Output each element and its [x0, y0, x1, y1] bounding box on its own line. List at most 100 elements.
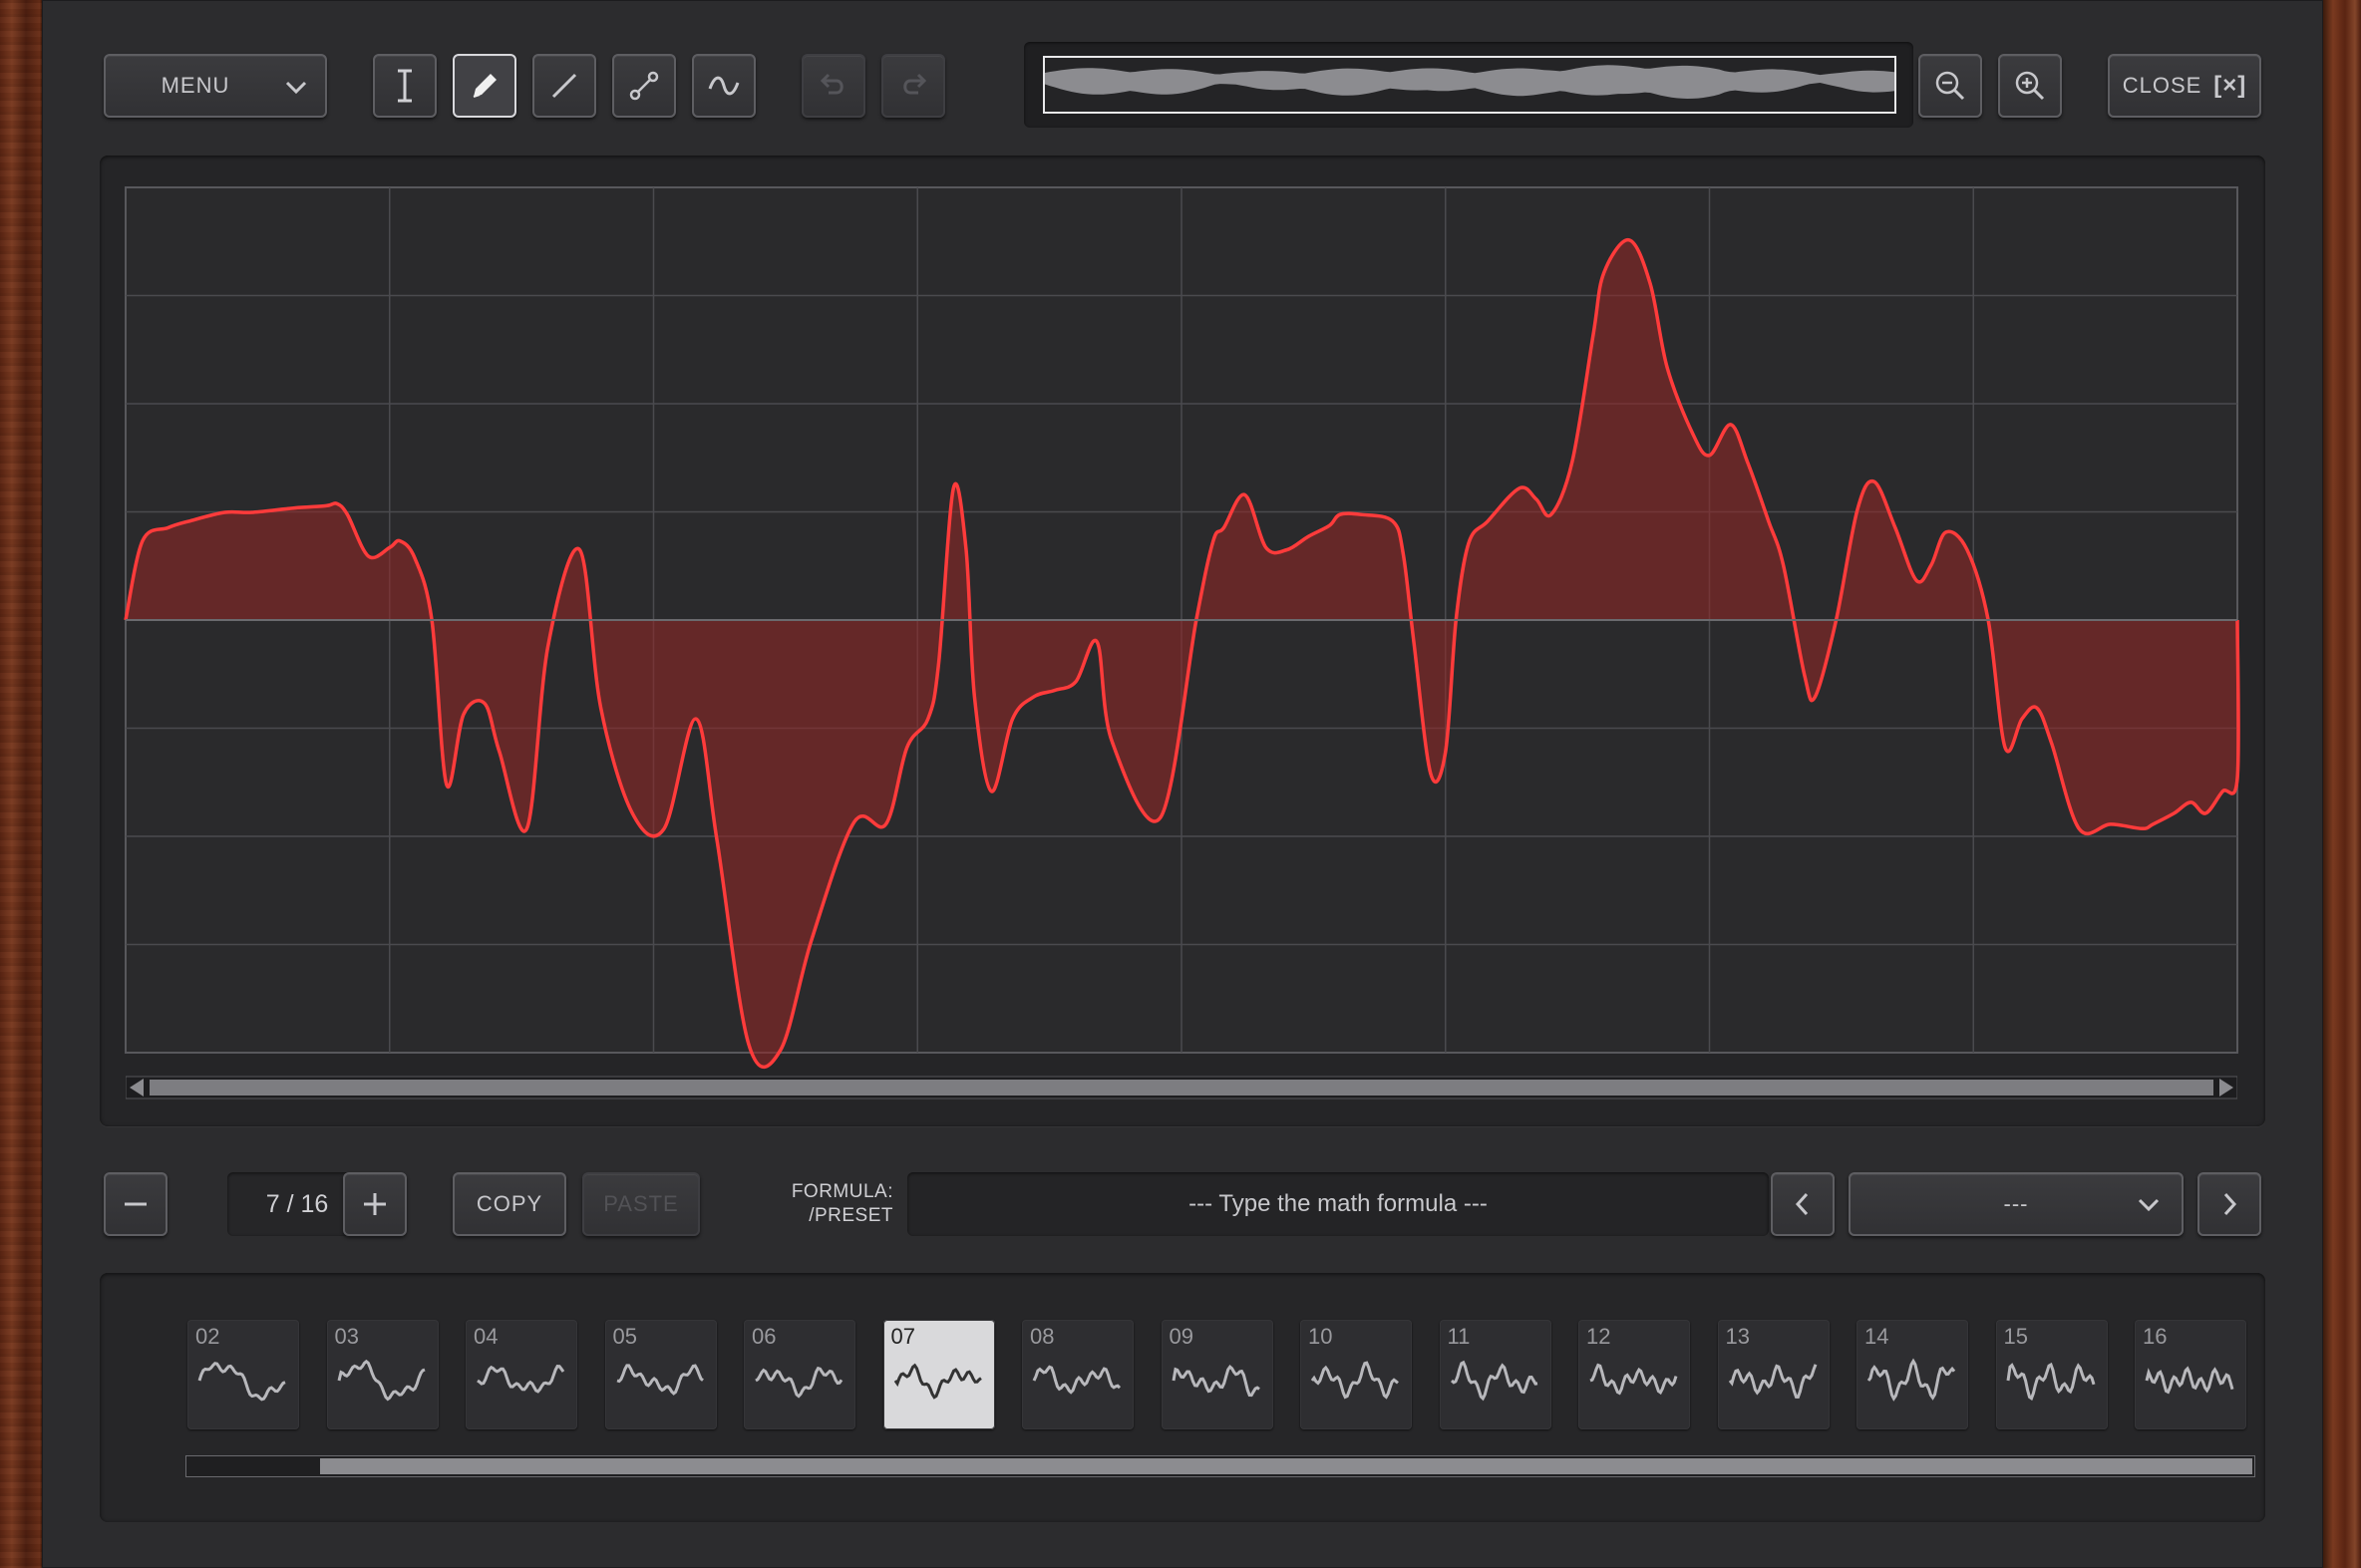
thumbnail-waveform — [1172, 1365, 1260, 1398]
chevron-left-icon — [1795, 1192, 1809, 1216]
scroll-thumb[interactable] — [150, 1080, 2213, 1096]
editor-horizontal-scrollbar[interactable] — [126, 1075, 2237, 1100]
thumbnail-number: 16 — [2143, 1324, 2168, 1349]
frame-thumbnail-strip: 02 03 04 05 06 07 08 09 10 11 12 13 14 15 16 — [100, 1273, 2265, 1522]
menu-button[interactable]: MENU — [104, 54, 327, 118]
frame-thumbnail-06[interactable]: 06 — [744, 1320, 855, 1429]
i-beam-icon — [398, 69, 412, 103]
copy-label: COPY — [476, 1191, 543, 1216]
thumbnail-number: 05 — [612, 1324, 637, 1349]
sine-icon — [708, 76, 740, 96]
zoom-out-icon — [1935, 71, 1965, 101]
next-preset-button[interactable] — [2197, 1172, 2261, 1236]
wavetable-editor-panel: MENU CLOSE [×] 7 / 16 COPY PASTE FORMULA… — [42, 0, 2323, 1568]
previous-frame-minus-button[interactable] — [104, 1172, 168, 1236]
smooth-tool-button[interactable] — [692, 54, 756, 118]
undo-icon — [820, 73, 843, 95]
close-button[interactable]: CLOSE [×] — [2108, 54, 2261, 118]
frame-thumbnail-10[interactable]: 10 — [1300, 1320, 1412, 1429]
formula-placeholder: --- Type the math formula --- — [1188, 1190, 1488, 1217]
thumbnail-waveform — [337, 1359, 426, 1402]
preset-dropdown[interactable]: --- — [1849, 1172, 2184, 1236]
thumbnail-number: 02 — [195, 1324, 220, 1349]
frame-thumbnail-16[interactable]: 16 — [2135, 1320, 2246, 1429]
bezier-icon — [629, 71, 659, 101]
chevron-down-icon — [285, 81, 307, 95]
thumbnail-scroll-thumb[interactable] — [320, 1458, 2252, 1474]
thumbnail-number: 14 — [1864, 1324, 1889, 1349]
next-frame-plus-button[interactable] — [343, 1172, 407, 1236]
close-icon: [×] — [2213, 72, 2247, 99]
thumbnail-waveform — [2006, 1362, 2095, 1402]
redo-icon — [903, 73, 927, 95]
frame-thumbnail-02[interactable]: 02 — [187, 1320, 299, 1429]
frame-thumbnail-13[interactable]: 13 — [1717, 1320, 1830, 1429]
thumbnail-number: 09 — [1169, 1324, 1193, 1349]
thumbnail-waveform — [616, 1364, 704, 1396]
frame-thumbnail-15[interactable]: 15 — [1995, 1320, 2108, 1429]
preset-selected-value: --- — [2003, 1191, 2029, 1216]
thumbnail-waveform — [1866, 1358, 1956, 1402]
pencil-icon — [473, 74, 497, 98]
zoom-out-button[interactable] — [1918, 54, 1982, 118]
pencil-tool-button[interactable] — [453, 54, 516, 118]
frame-thumbnail-04[interactable]: 04 — [466, 1320, 577, 1429]
thumbnail-waveform — [1589, 1363, 1678, 1396]
overview-waveform — [1045, 65, 1894, 99]
thumbnail-number: 06 — [752, 1324, 777, 1349]
thumbnail-number: 07 — [890, 1324, 915, 1349]
thumbnail-waveform — [477, 1365, 565, 1394]
paste-label: PASTE — [603, 1191, 679, 1216]
curve-tool-button[interactable] — [612, 54, 676, 118]
line-tool-button[interactable] — [532, 54, 596, 118]
thumbnail-waveform — [893, 1363, 982, 1400]
frame-thumbnail-12[interactable]: 12 — [1578, 1320, 1690, 1429]
redo-button[interactable] — [881, 54, 945, 118]
frame-thumbnail-14[interactable]: 14 — [1856, 1320, 1968, 1429]
waveform-canvas[interactable] — [100, 156, 2265, 1126]
menu-label: MENU — [161, 73, 230, 98]
close-label: CLOSE — [2122, 73, 2202, 98]
thumbnail-number: 12 — [1586, 1324, 1611, 1349]
thumbnail-waveform — [755, 1366, 843, 1399]
thumbnail-number: 10 — [1308, 1324, 1333, 1349]
text-cursor-tool-button[interactable] — [373, 54, 437, 118]
thumbnail-scrollbar[interactable] — [185, 1455, 2255, 1477]
waveform-editor[interactable] — [100, 156, 2265, 1126]
frame-thumbnail-05[interactable]: 05 — [604, 1320, 717, 1429]
undo-button[interactable] — [802, 54, 865, 118]
plus-icon — [364, 1193, 386, 1215]
thumbnail-waveform — [2145, 1366, 2234, 1395]
zoom-in-button[interactable] — [1998, 54, 2062, 118]
thumbnail-waveform — [1728, 1364, 1817, 1400]
zoom-in-icon — [2015, 71, 2045, 101]
formula-label-line1: FORMULA: — [791, 1181, 893, 1202]
thumbnail-number: 04 — [474, 1324, 499, 1349]
thumbnail-number: 15 — [2003, 1324, 2028, 1349]
chevron-down-icon — [2138, 1198, 2160, 1212]
thumbnail-waveform — [1450, 1360, 1537, 1402]
formula-preset-label: FORMULA: /PRESET — [780, 1180, 893, 1228]
copy-button[interactable]: COPY — [453, 1172, 566, 1236]
formula-input[interactable]: --- Type the math formula --- — [907, 1172, 1769, 1236]
thumbnail-number: 11 — [1447, 1324, 1471, 1349]
thumbnail-number: 03 — [334, 1324, 359, 1349]
frame-thumbnail-03[interactable]: 03 — [326, 1320, 439, 1429]
frame-thumbnail-11[interactable]: 11 — [1439, 1320, 1551, 1429]
paste-button[interactable]: PASTE — [582, 1172, 700, 1236]
thumbnail-waveform — [1310, 1361, 1399, 1400]
minus-icon — [125, 1202, 147, 1206]
frame-thumbnail-07[interactable]: 07 — [882, 1320, 995, 1429]
wood-side-right — [2323, 0, 2361, 1568]
thumbnail-number: 08 — [1030, 1324, 1055, 1349]
thumbnail-waveform — [197, 1362, 286, 1402]
thumbnail-waveform — [1032, 1365, 1122, 1395]
waveform-overview[interactable] — [1024, 42, 1913, 128]
overview-viewport[interactable] — [1043, 56, 1896, 114]
frame-thumbnail-08[interactable]: 08 — [1022, 1320, 1134, 1429]
thumbnail-number: 13 — [1725, 1324, 1750, 1349]
previous-preset-button[interactable] — [1771, 1172, 1835, 1236]
line-icon — [551, 73, 577, 99]
frame-thumbnail-09[interactable]: 09 — [1161, 1320, 1273, 1429]
formula-label-line2: /PRESET — [809, 1205, 893, 1226]
